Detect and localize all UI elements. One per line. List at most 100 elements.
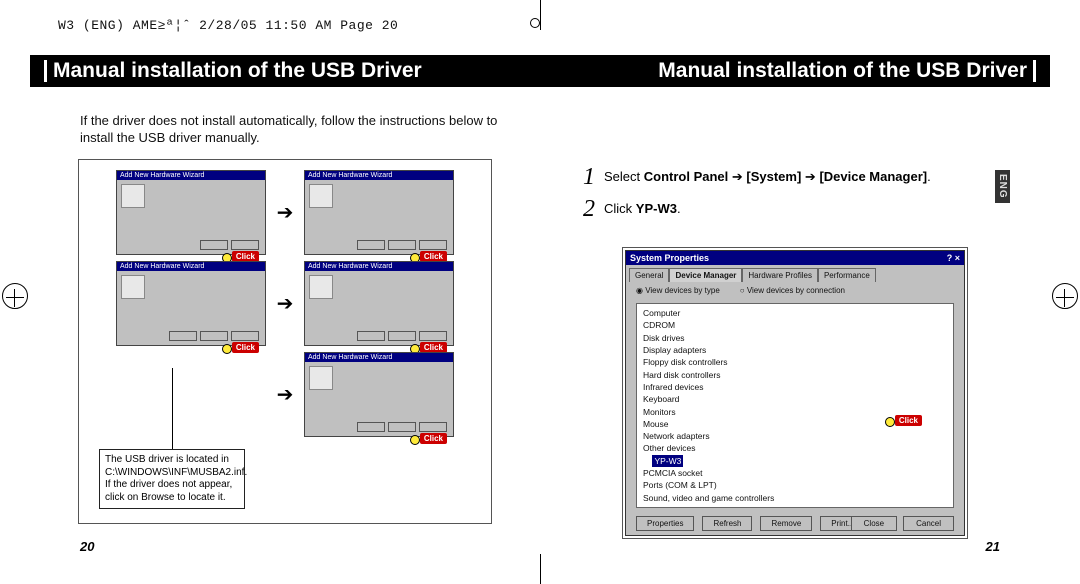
radio-by-connection: ○ View devices by connection (740, 286, 845, 295)
header-bar: Manual installation of the USB Driver Ma… (30, 55, 1050, 87)
wizard-btn (231, 331, 259, 341)
click-badge: Click (232, 342, 259, 353)
wizard-btn (200, 240, 228, 250)
header-right: Manual installation of the USB Driver (658, 59, 1042, 83)
steps: 1 Select Control Panel ➔ [System] ➔ [Dev… (580, 165, 1010, 229)
shot-titlebar: Add New Hardware Wizard (305, 171, 453, 180)
wizard-btn (231, 240, 259, 250)
header-left-title: Manual installation of the USB Driver (53, 59, 422, 83)
s1-arr2: ➔ (801, 169, 819, 184)
wizard-btn (419, 422, 447, 432)
system-properties-window: System Properties ? × General Device Man… (625, 250, 965, 536)
tree-node: Network adapters (643, 430, 947, 442)
s2-end: . (677, 201, 681, 216)
crop-mark-top (540, 0, 541, 30)
radio-by-type: ◉ View devices by type (636, 286, 720, 295)
wizard-btn (388, 422, 416, 432)
print-meta: W3 (ENG) AME≥ª¦ˆ 2/28/05 11:50 AM Page 2… (58, 18, 398, 33)
header-right-title: Manual installation of the USB Driver (658, 59, 1027, 83)
shot-titlebar: Add New Hardware Wizard (117, 262, 265, 271)
wizard-btn (357, 422, 385, 432)
tree-node: Keyboard (643, 393, 947, 405)
wizard-icon (309, 366, 333, 390)
screenshot-2: Add New Hardware Wizard Click (304, 170, 454, 255)
step-2-text: Click YP-W3. (604, 197, 1010, 216)
tree-node: Computer (643, 307, 947, 319)
page-right: ENG 1 Select Control Panel ➔ [System] ➔ … (540, 95, 1050, 554)
arrow-right-icon: ➔ (270, 291, 300, 316)
tree-node: Disk drives (643, 332, 947, 344)
pipe-icon (44, 60, 47, 82)
pipe-icon (1033, 60, 1036, 82)
tab-device-manager: Device Manager (669, 268, 742, 282)
btn-close: Close (851, 516, 897, 531)
click-badge-tree: Click (895, 415, 922, 426)
tree-node-selected: YP-W3 (643, 455, 947, 467)
btn-remove: Remove (760, 516, 812, 531)
intro-text: If the driver does not install automatic… (80, 113, 500, 147)
page-number-left: 20 (80, 539, 94, 554)
screenshot-5: Add New Hardware Wizard Click (304, 352, 454, 437)
tree-node: Other devices (643, 442, 947, 454)
note-box: The USB driver is located in C:\WINDOWS\… (99, 449, 245, 509)
step-number: 1 (580, 165, 598, 189)
wizard-btn (169, 331, 197, 341)
wizard-icon (309, 184, 333, 208)
syswin-tabs: General Device Manager Hardware Profiles… (626, 265, 964, 282)
shot-titlebar: Add New Hardware Wizard (305, 262, 453, 271)
wizard-btn (200, 331, 228, 341)
wizard-icon (121, 275, 145, 299)
tree-node: Display adapters (643, 344, 947, 356)
tree-node: Hard disk controllers (643, 369, 947, 381)
wizard-icon (309, 275, 333, 299)
wizard-btn (388, 331, 416, 341)
btn-cancel: Cancel (903, 516, 954, 531)
screenshots-frame: Add New Hardware Wizard Click ➔ Add New … (78, 159, 492, 524)
crop-mark-bottom (540, 554, 541, 584)
arrow-right-icon: ➔ (270, 382, 300, 407)
page-number-right: 21 (986, 539, 1000, 554)
step-1-text: Select Control Panel ➔ [System] ➔ [Devic… (604, 165, 1010, 185)
wizard-icon (121, 184, 145, 208)
screenshot-3: Add New Hardware Wizard Click (116, 261, 266, 346)
screenshot-grid: Add New Hardware Wizard Click ➔ Add New … (99, 170, 471, 437)
arrow-right-icon: ➔ (270, 200, 300, 225)
btn-refresh: Refresh (702, 516, 752, 531)
syswin-title: System Properties (630, 253, 709, 263)
s1-b1: Control Panel (644, 169, 729, 184)
reg-cross-right (1056, 289, 1074, 307)
tree-node: Infrared devices (643, 381, 947, 393)
s1-pre: Select (604, 169, 644, 184)
window-buttons: Close Cancel (851, 516, 954, 531)
s1-b2: [System] (746, 169, 801, 184)
tree-node: PCMCIA socket (643, 467, 947, 479)
step-2: 2 Click YP-W3. (580, 197, 1010, 221)
tab-general: General (629, 268, 669, 282)
syswin-titlebar: System Properties ? × (626, 251, 964, 265)
s1-b3: [Device Manager] (819, 169, 927, 184)
selected-device: YP-W3 (652, 455, 683, 467)
shot-titlebar: Add New Hardware Wizard (305, 353, 453, 362)
s1-end: . (927, 169, 931, 184)
page-left: If the driver does not install automatic… (30, 95, 540, 554)
callout-line (172, 368, 173, 452)
tree-node: Floppy disk controllers (643, 356, 947, 368)
tree-node: CDROM (643, 319, 947, 331)
s2-b: YP-W3 (636, 201, 677, 216)
tree-node: Sound, video and game controllers (643, 492, 947, 504)
shot-titlebar: Add New Hardware Wizard (117, 171, 265, 180)
wizard-btn (419, 240, 447, 250)
syswin-controls: ? × (947, 253, 960, 263)
wizard-btn (357, 331, 385, 341)
click-badge: Click (420, 433, 447, 444)
tree-node: Ports (COM & LPT) (643, 479, 947, 491)
screenshot-1: Add New Hardware Wizard Click (116, 170, 266, 255)
step-1: 1 Select Control Panel ➔ [System] ➔ [Dev… (580, 165, 1010, 189)
reg-cross-left (6, 289, 24, 307)
s1-arr1: ➔ (728, 169, 746, 184)
wizard-btn (388, 240, 416, 250)
tab-performance: Performance (818, 268, 876, 282)
header-left: Manual installation of the USB Driver (38, 59, 422, 83)
wizard-btn (419, 331, 447, 341)
system-properties-frame: System Properties ? × General Device Man… (622, 247, 968, 539)
